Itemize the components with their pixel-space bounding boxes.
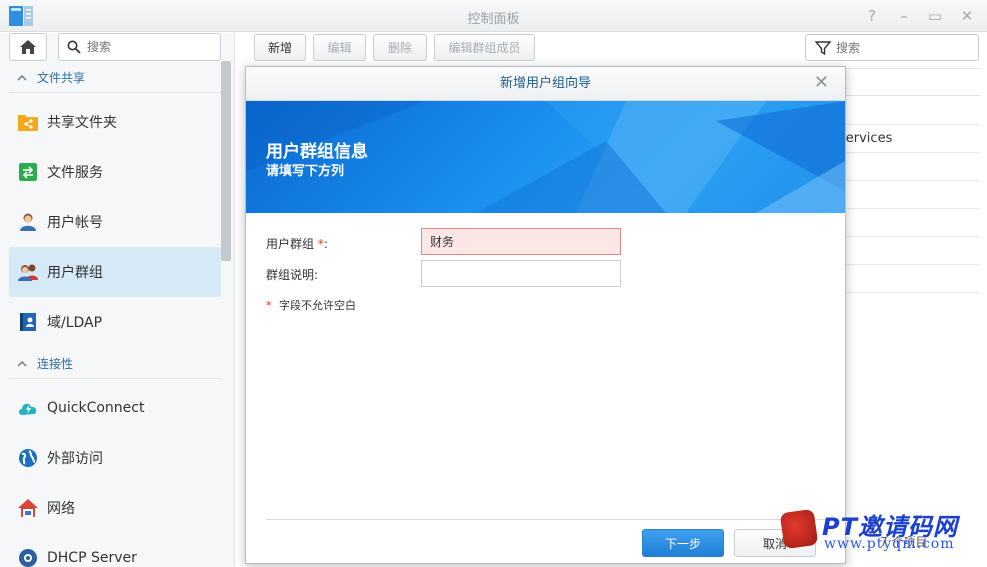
sidebar-scrollbar[interactable] xyxy=(221,61,231,261)
sidebar-item-user-group[interactable]: 用户群组 xyxy=(9,247,221,297)
watermark-url: www.ptyqm.com xyxy=(824,536,955,552)
watermark-seal-icon xyxy=(779,508,819,550)
sidebar-item-label: DHCP Server xyxy=(47,550,137,566)
chevron-up-icon xyxy=(17,360,27,366)
sidebar-item-label: 文件服务 xyxy=(47,165,103,181)
directory-book-icon xyxy=(17,311,39,333)
sidebar-item-file-services[interactable]: 文件服务 xyxy=(9,147,221,197)
add-group-wizard-dialog: 新增用户组向导 ✕ 用户群组信息 请填写下方列 用户群组 *: 群组说明: * … xyxy=(245,66,846,564)
add-button[interactable]: 新增 xyxy=(254,34,306,61)
required-mark: * xyxy=(266,299,272,312)
close-icon[interactable]: ✕ xyxy=(814,74,829,92)
maximize-icon[interactable]: ▭ xyxy=(926,7,944,25)
sidebar-item-label: 共享文件夹 xyxy=(47,115,117,131)
sidebar-item-domain-ldap[interactable]: 域/LDAP xyxy=(9,297,221,347)
list-search[interactable] xyxy=(805,34,979,61)
window-titlebar: 控制面板 ? – ▭ ✕ xyxy=(0,0,987,32)
row-description: services xyxy=(839,131,893,146)
list-search-input[interactable] xyxy=(836,39,971,57)
user-group-icon xyxy=(17,261,39,283)
banner-subtitle: 请填写下方列 xyxy=(266,164,345,179)
banner-title: 用户群组信息 xyxy=(266,142,368,162)
section-label: 文件共享 xyxy=(37,71,86,85)
quickconnect-cloud-icon xyxy=(17,397,39,419)
close-window-icon[interactable]: ✕ xyxy=(958,7,976,25)
sidebar-item-label: 用户帐号 xyxy=(47,215,103,231)
delete-button[interactable]: 删除 xyxy=(373,34,427,61)
required-note-text: 字段不允许空白 xyxy=(279,299,356,312)
group-name-input[interactable] xyxy=(421,228,621,255)
sidebar-search-input[interactable] xyxy=(87,38,217,56)
file-services-icon xyxy=(17,161,39,183)
sidebar-item-shared-folder[interactable]: 共享文件夹 xyxy=(9,97,221,147)
user-icon xyxy=(17,211,39,233)
shared-folder-icon xyxy=(17,111,39,133)
list-header xyxy=(845,68,980,96)
help-icon[interactable]: ? xyxy=(863,7,881,25)
section-label: 连接性 xyxy=(37,357,74,371)
sidebar-item-network[interactable]: 网络 xyxy=(9,483,221,533)
search-icon xyxy=(67,40,81,54)
next-button[interactable]: 下一步 xyxy=(642,529,724,557)
sidebar-item-quickconnect[interactable]: QuickConnect xyxy=(9,383,221,433)
edit-members-button[interactable]: 编辑群组成员 xyxy=(434,34,535,61)
wizard-banner: 用户群组信息 请填写下方列 xyxy=(246,101,845,213)
dhcp-server-icon xyxy=(17,547,39,567)
table-row[interactable] xyxy=(845,209,980,237)
group-description-input[interactable] xyxy=(421,260,621,287)
sidebar-item-label: 域/LDAP xyxy=(47,315,103,331)
table-row[interactable] xyxy=(845,153,980,181)
sidebar-item-dhcp-server[interactable]: DHCP Server xyxy=(9,533,221,567)
sidebar-item-label: 用户群组 xyxy=(47,265,103,281)
sidebar: 文件共享 共享文件夹 文件服务 用户帐号 用户群组 域/LDAP 连接性 xyxy=(0,33,235,567)
filter-icon xyxy=(815,41,831,56)
sidebar-search[interactable] xyxy=(58,33,221,61)
sidebar-item-label: 网络 xyxy=(47,501,75,517)
group-list: services xyxy=(839,68,980,538)
sidebar-item-label: 外部访问 xyxy=(47,451,103,467)
group-name-label-text: 用户群组 xyxy=(266,237,315,251)
table-row[interactable] xyxy=(845,181,980,209)
network-house-icon xyxy=(17,497,39,519)
group-name-label: 用户群组 *: xyxy=(266,235,328,252)
required-field-note: * 字段不允许空白 xyxy=(266,297,356,313)
sidebar-item-external-access[interactable]: 外部访问 xyxy=(9,433,221,483)
dialog-title: 新增用户组向导 xyxy=(246,67,845,101)
watermark: PT邀请码网 www.ptyqm.com xyxy=(779,505,980,565)
dialog-footer-divider xyxy=(266,519,826,520)
table-row[interactable] xyxy=(845,265,980,293)
home-button[interactable] xyxy=(9,33,47,61)
edit-button[interactable]: 编辑 xyxy=(313,34,366,61)
section-header-connectivity[interactable]: 连接性 xyxy=(9,349,221,379)
table-row[interactable] xyxy=(845,237,980,265)
table-row[interactable]: services xyxy=(839,125,980,153)
section-header-file-sharing[interactable]: 文件共享 xyxy=(9,63,221,93)
sidebar-item-user-account[interactable]: 用户帐号 xyxy=(9,197,221,247)
sidebar-item-label: QuickConnect xyxy=(47,400,145,416)
table-row[interactable] xyxy=(845,97,980,125)
chevron-up-icon xyxy=(17,74,27,80)
minimize-icon[interactable]: – xyxy=(895,7,913,25)
group-description-label: 群组说明: xyxy=(266,268,319,282)
window-title: 控制面板 xyxy=(467,12,520,27)
globe-icon xyxy=(17,447,39,469)
home-icon xyxy=(20,40,36,54)
label-colon: : xyxy=(323,237,328,251)
